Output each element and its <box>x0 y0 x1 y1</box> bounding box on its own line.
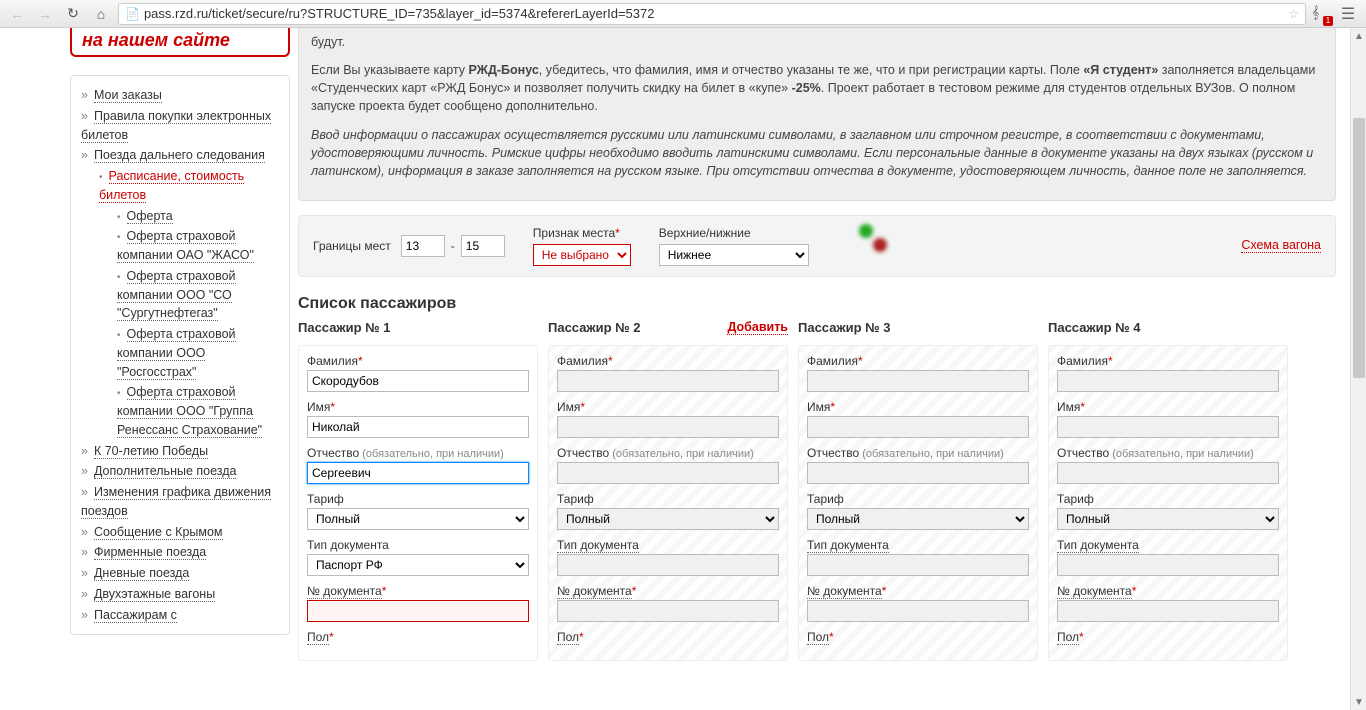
reload-button[interactable]: ↻ <box>62 4 84 24</box>
patronymic-input <box>807 462 1029 484</box>
tariff-select[interactable]: Полный <box>1057 508 1279 530</box>
status-dot-green <box>859 224 873 238</box>
add-passenger-link[interactable]: Добавить <box>727 320 788 335</box>
doc-number-input <box>807 600 1029 622</box>
promo-banner: на нашем сайте <box>70 28 290 57</box>
passenger-column-2: Пассажир № 2ДобавитьФамилия*Имя*Отчество… <box>548 319 788 661</box>
surname-input <box>807 370 1029 392</box>
patronymic-input[interactable] <box>307 462 529 484</box>
seat-updown-label: Верхние/нижние <box>659 226 809 240</box>
sidebar-item-12[interactable]: Сообщение с Крымом <box>94 525 223 540</box>
surname-input <box>1057 370 1279 392</box>
main-content: будут. Если Вы указываете карту РЖД-Бону… <box>298 28 1366 710</box>
page-icon: 📄 <box>125 7 140 21</box>
sidebar-item-2[interactable]: Поезда дальнего следования <box>94 148 265 163</box>
scroll-down-arrow-icon[interactable]: ▼ <box>1351 694 1366 710</box>
seat-from-input[interactable] <box>401 235 445 257</box>
passengers-grid: Пассажир № 1Фамилия*Имя*Отчество (обязат… <box>298 319 1336 661</box>
doc-number-input <box>1057 600 1279 622</box>
forward-button[interactable]: → <box>34 4 56 24</box>
name-input <box>807 416 1029 438</box>
url-input[interactable] <box>144 6 1284 21</box>
doc-type-input <box>807 554 1029 576</box>
sidebar-item-16[interactable]: Пассажирам с <box>94 608 177 623</box>
sidebar-item-14[interactable]: Дневные поезда <box>94 566 189 581</box>
info-panel: будут. Если Вы указываете карту РЖД-Бону… <box>298 28 1336 201</box>
scroll-up-arrow-icon[interactable]: ▲ <box>1351 28 1366 44</box>
name-input <box>1057 416 1279 438</box>
seat-sign-select[interactable]: Не выбрано <box>533 244 631 266</box>
seat-sign-label: Признак места* <box>533 226 631 240</box>
sidebar-item-10[interactable]: Дополнительные поезда <box>94 464 237 479</box>
seat-options-bar: Границы мест - Признак места* Не выбрано… <box>298 215 1336 277</box>
extension-icon[interactable]: 𝄞 1 <box>1312 5 1330 23</box>
sidebar-item-13[interactable]: Фирменные поезда <box>94 545 206 560</box>
sidebar-item-8[interactable]: Оферта страховой компании ООО "Группа Ре… <box>117 385 262 438</box>
doc-type-input <box>1057 554 1279 576</box>
tariff-select[interactable]: Полный <box>807 508 1029 530</box>
extension-badge: 1 <box>1323 16 1333 26</box>
tariff-select[interactable]: Полный <box>307 508 529 530</box>
seat-bounds-label: Границы мест <box>313 239 391 253</box>
sidebar: на нашем сайте Мои заказы Правила покупки… <box>0 28 298 710</box>
info-input-rules: Ввод информации о пассажирах осуществляе… <box>311 126 1323 180</box>
passenger-title: Пассажир № 4 <box>1048 320 1141 335</box>
tariff-select[interactable]: Полный <box>557 508 779 530</box>
bookmark-star-icon[interactable]: ☆ <box>1288 7 1299 21</box>
seat-updown-select[interactable]: Нижнее <box>659 244 809 266</box>
info-bonus: Если Вы указываете карту РЖД-Бонус, убед… <box>311 61 1323 115</box>
music-note-icon: 𝄞 <box>1312 5 1319 19</box>
surname-input <box>557 370 779 392</box>
passenger-column-1: Пассажир № 1Фамилия*Имя*Отчество (обязат… <box>298 319 538 661</box>
sidebar-menu: Мои заказы Правила покупки электронных би… <box>70 75 290 635</box>
doc-type-input <box>557 554 779 576</box>
sidebar-item-4[interactable]: Оферта <box>127 209 173 224</box>
doc-number-input[interactable] <box>307 600 529 622</box>
browser-menu-button[interactable]: ☰ <box>1336 4 1360 24</box>
home-button[interactable]: ⌂ <box>90 4 112 24</box>
name-input <box>557 416 779 438</box>
seat-to-input[interactable] <box>461 235 505 257</box>
sidebar-item-1[interactable]: Правила покупки электронных билетов <box>81 109 271 143</box>
vertical-scrollbar[interactable]: ▲ ▼ <box>1350 28 1366 710</box>
wagon-scheme-link[interactable]: Схема вагона <box>1241 238 1321 253</box>
back-button[interactable]: ← <box>6 4 28 24</box>
doc-number-input <box>557 600 779 622</box>
passenger-title: Пассажир № 1 <box>298 320 391 335</box>
sidebar-item-15[interactable]: Двухэтажные вагоны <box>94 587 215 602</box>
surname-input[interactable] <box>307 370 529 392</box>
passenger-title: Пассажир № 3 <box>798 320 891 335</box>
sidebar-item-0[interactable]: Мои заказы <box>94 88 162 103</box>
sidebar-item-11[interactable]: Изменения графика движения поездов <box>81 485 271 519</box>
patronymic-input <box>1057 462 1279 484</box>
browser-toolbar: ← → ↻ ⌂ 📄 ☆ 𝄞 1 ☰ <box>0 0 1366 28</box>
status-dot-red <box>873 238 887 252</box>
scrollbar-thumb[interactable] <box>1353 118 1365 378</box>
address-bar[interactable]: 📄 ☆ <box>118 3 1306 25</box>
passenger-title: Пассажир № 2 <box>548 320 641 335</box>
doc-type-select[interactable]: Паспорт РФ <box>307 554 529 576</box>
passengers-title: Список пассажиров <box>298 295 1336 313</box>
passenger-column-3: Пассажир № 3Фамилия*Имя*Отчество (обязат… <box>798 319 1038 661</box>
sidebar-item-6[interactable]: Оферта страховой компании ООО "СО "Сургу… <box>117 269 236 322</box>
patronymic-input <box>557 462 779 484</box>
sidebar-item-7[interactable]: Оферта страховой компании ООО "Росгосстр… <box>117 327 236 380</box>
info-line-1: будут. <box>311 33 1323 51</box>
name-input[interactable] <box>307 416 529 438</box>
passenger-column-4: Пассажир № 4Фамилия*Имя*Отчество (обязат… <box>1048 319 1288 661</box>
sidebar-item-3[interactable]: Расписание, стоимость билетов <box>99 169 244 203</box>
sidebar-item-9[interactable]: К 70-летию Победы <box>94 444 208 459</box>
sidebar-item-5[interactable]: Оферта страховой компании ОАО "ЖАСО" <box>117 229 254 263</box>
